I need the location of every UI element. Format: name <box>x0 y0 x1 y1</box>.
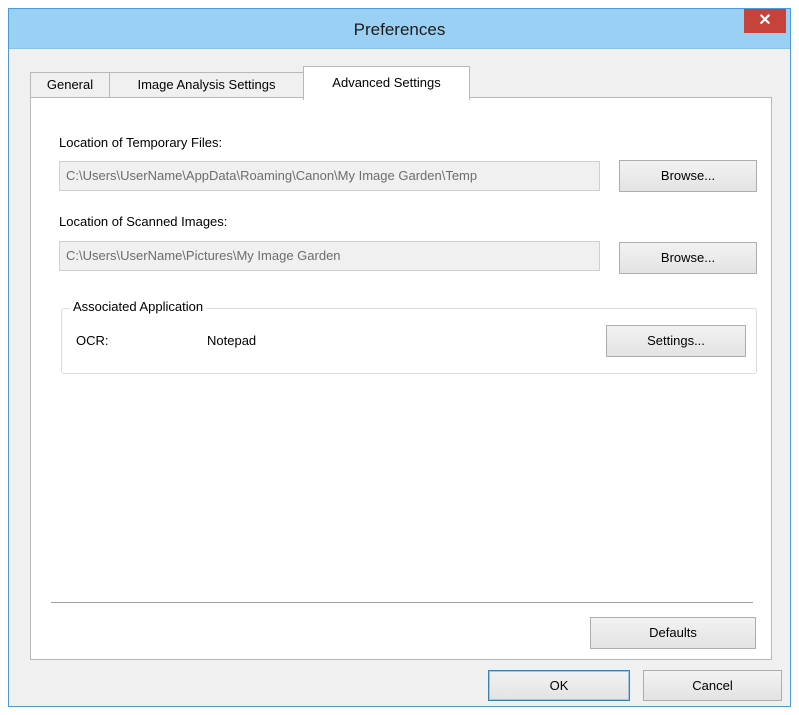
window-title: Preferences <box>353 20 446 39</box>
ok-button[interactable]: OK <box>488 670 630 701</box>
defaults-button[interactable]: Defaults <box>590 617 756 649</box>
scanned-images-path-field[interactable]: C:\Users\UserName\Pictures\My Image Gard… <box>59 241 600 271</box>
ocr-application-value: Notepad <box>207 333 257 348</box>
cancel-button[interactable]: Cancel <box>643 670 782 701</box>
close-icon: ✕ <box>758 12 772 29</box>
ocr-label: OCR: <box>76 333 109 348</box>
advanced-settings-panel: Location of Temporary Files: C:\Users\Us… <box>30 97 772 660</box>
close-button[interactable]: ✕ <box>744 9 786 33</box>
temp-files-label: Location of Temporary Files: <box>59 135 223 150</box>
scanned-images-label: Location of Scanned Images: <box>59 214 228 229</box>
associated-application-group: Associated Application OCR: Notepad Sett… <box>61 299 757 374</box>
tab-image-analysis-settings[interactable]: Image Analysis Settings <box>109 72 304 98</box>
tab-advanced-settings[interactable]: Advanced Settings <box>303 66 470 100</box>
browse-scanned-images-button[interactable]: Browse... <box>619 242 757 274</box>
separator-line <box>51 602 753 604</box>
preferences-window: Preferences ✕ General Image Analysis Set… <box>8 8 791 707</box>
browse-temp-files-button[interactable]: Browse... <box>619 160 757 192</box>
title-bar[interactable]: Preferences ✕ <box>9 9 790 49</box>
tab-general[interactable]: General <box>30 72 110 98</box>
associated-application-legend: Associated Application <box>70 299 207 314</box>
ocr-settings-button[interactable]: Settings... <box>606 325 746 357</box>
temp-files-path-field[interactable]: C:\Users\UserName\AppData\Roaming\Canon\… <box>59 161 600 191</box>
